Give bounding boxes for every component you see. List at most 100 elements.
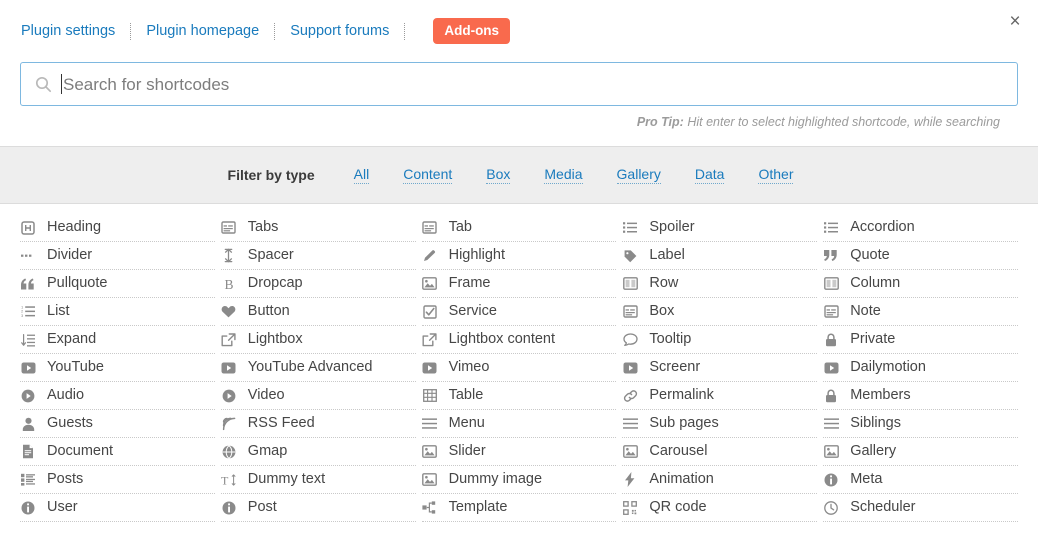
header-nav: Plugin settings Plugin homepage Support … (20, 17, 511, 45)
shortcode-label: Table (448, 387, 484, 404)
list-bullets-icon (622, 220, 638, 236)
play-circle-icon (221, 388, 237, 404)
filter-option-media[interactable]: Media (544, 166, 583, 184)
shortcode-label: Dropcap (247, 275, 303, 292)
shortcode-item[interactable]: Table (421, 382, 617, 410)
shortcode-item[interactable]: Gmap (220, 438, 416, 466)
close-icon[interactable]: × (1004, 10, 1026, 32)
shortcode-item[interactable]: RSS Feed (220, 410, 416, 438)
shortcode-item[interactable]: YouTube (20, 354, 215, 382)
image-icon (622, 444, 638, 460)
columns-icon (823, 276, 839, 292)
shortcode-item[interactable]: Meta (823, 466, 1018, 494)
shortcode-item[interactable]: Accordion (823, 214, 1018, 242)
shortcode-item[interactable]: Frame (421, 270, 617, 298)
shortcode-item[interactable]: Divider (20, 242, 215, 270)
nav-link-plugin-settings[interactable]: Plugin settings (20, 23, 116, 39)
shortcode-item[interactable]: Highlight (421, 242, 617, 270)
shortcode-item[interactable]: Video (220, 382, 416, 410)
shortcode-item[interactable]: User (20, 494, 215, 522)
shortcode-item[interactable]: Members (823, 382, 1018, 410)
shortcode-item[interactable]: Row (622, 270, 818, 298)
shortcode-item[interactable]: Box (622, 298, 818, 326)
search-input[interactable]: Search for shortcodes (20, 62, 1018, 106)
filter-option-gallery[interactable]: Gallery (616, 166, 661, 184)
shortcode-item[interactable]: Note (823, 298, 1018, 326)
text-height-icon: T (221, 472, 237, 488)
shortcode-item[interactable]: Dailymotion (823, 354, 1018, 382)
shortcode-item[interactable]: Tooltip (622, 326, 818, 354)
shortcode-item[interactable]: Pullquote (20, 270, 215, 298)
tabs-icon (622, 304, 638, 320)
filter-option-box[interactable]: Box (486, 166, 511, 184)
quote-left-icon (20, 276, 36, 292)
shortcode-item[interactable]: Menu (421, 410, 617, 438)
shortcode-item[interactable]: 1 2 3 List (20, 298, 215, 326)
shortcode-item[interactable]: Posts (20, 466, 215, 494)
nav-link-support-forums[interactable]: Support forums (289, 23, 390, 39)
shortcode-item[interactable]: T Dummy text (220, 466, 416, 494)
bold-b-icon: B (221, 276, 237, 292)
shortcode-item[interactable]: Lightbox (220, 326, 416, 354)
shortcode-label: YouTube Advanced (247, 359, 373, 376)
image-icon (422, 276, 438, 292)
shortcode-item[interactable]: Screenr (622, 354, 818, 382)
shortcode-item[interactable]: YouTube Advanced (220, 354, 416, 382)
shortcode-item[interactable]: Label (622, 242, 818, 270)
shortcode-item[interactable]: Button (220, 298, 416, 326)
shortcode-label: Accordion (850, 219, 915, 236)
shortcode-item[interactable]: Tabs (220, 214, 416, 242)
shortcode-item[interactable]: Dummy image (421, 466, 617, 494)
shortcode-label: QR code (649, 499, 707, 516)
shortcode-item[interactable]: Carousel (622, 438, 818, 466)
shortcode-item[interactable]: Quote (823, 242, 1018, 270)
shortcode-item[interactable]: Heading (20, 214, 215, 242)
info-circle-icon (823, 472, 839, 488)
hamburger-icon (422, 416, 438, 432)
shortcode-item[interactable]: QR code (622, 494, 818, 522)
filter-option-data[interactable]: Data (694, 166, 725, 184)
shortcode-label: Dailymotion (850, 359, 926, 376)
shortcode-item[interactable]: Spoiler (622, 214, 818, 242)
add-ons-button[interactable]: Add-ons (433, 17, 511, 45)
quote-right-icon (823, 248, 839, 264)
shortcode-item[interactable]: Spacer (220, 242, 416, 270)
shortcode-item[interactable]: Slider (421, 438, 617, 466)
filter-option-other[interactable]: Other (758, 166, 794, 184)
shortcode-item[interactable]: Column (823, 270, 1018, 298)
shortcode-item[interactable]: Gallery (823, 438, 1018, 466)
filter-option-all[interactable]: All (353, 166, 370, 184)
nav-link-plugin-homepage[interactable]: Plugin homepage (145, 23, 260, 39)
shortcode-item[interactable]: Sub pages (622, 410, 818, 438)
shortcode-item[interactable]: Audio (20, 382, 215, 410)
shortcode-item[interactable]: Vimeo (421, 354, 617, 382)
shortcode-label: Permalink (649, 387, 714, 404)
table-icon (422, 388, 438, 404)
shortcode-label: Sub pages (649, 415, 719, 432)
shortcode-label: Post (247, 499, 277, 516)
shortcode-label: List (47, 303, 70, 320)
filter-option-content[interactable]: Content (403, 166, 453, 184)
shortcode-label: Tooltip (649, 331, 692, 348)
shortcode-item[interactable]: Expand (20, 326, 215, 354)
shortcode-item[interactable]: Lightbox content (421, 326, 617, 354)
shortcode-item[interactable]: Document (20, 438, 215, 466)
arrows-vertical-icon (221, 248, 237, 264)
shortcode-item[interactable]: B Dropcap (220, 270, 416, 298)
comment-icon (622, 332, 638, 348)
shortcode-item[interactable]: Scheduler (823, 494, 1018, 522)
search-section: Search for shortcodes Pro Tip: Hit enter… (0, 62, 1038, 129)
play-box-icon (221, 360, 237, 376)
shortcode-item[interactable]: Guests (20, 410, 215, 438)
shortcode-item[interactable]: Tab (421, 214, 617, 242)
shortcode-item[interactable]: Template (421, 494, 617, 522)
shortcode-item[interactable]: Service (421, 298, 617, 326)
shortcode-item[interactable]: Animation (622, 466, 818, 494)
shortcode-label: Highlight (448, 247, 506, 264)
qrcode-icon (622, 500, 638, 516)
shortcode-label: Expand (47, 331, 97, 348)
shortcode-item[interactable]: Siblings (823, 410, 1018, 438)
shortcode-item[interactable]: Permalink (622, 382, 818, 410)
shortcode-item[interactable]: Private (823, 326, 1018, 354)
shortcode-item[interactable]: Post (220, 494, 416, 522)
